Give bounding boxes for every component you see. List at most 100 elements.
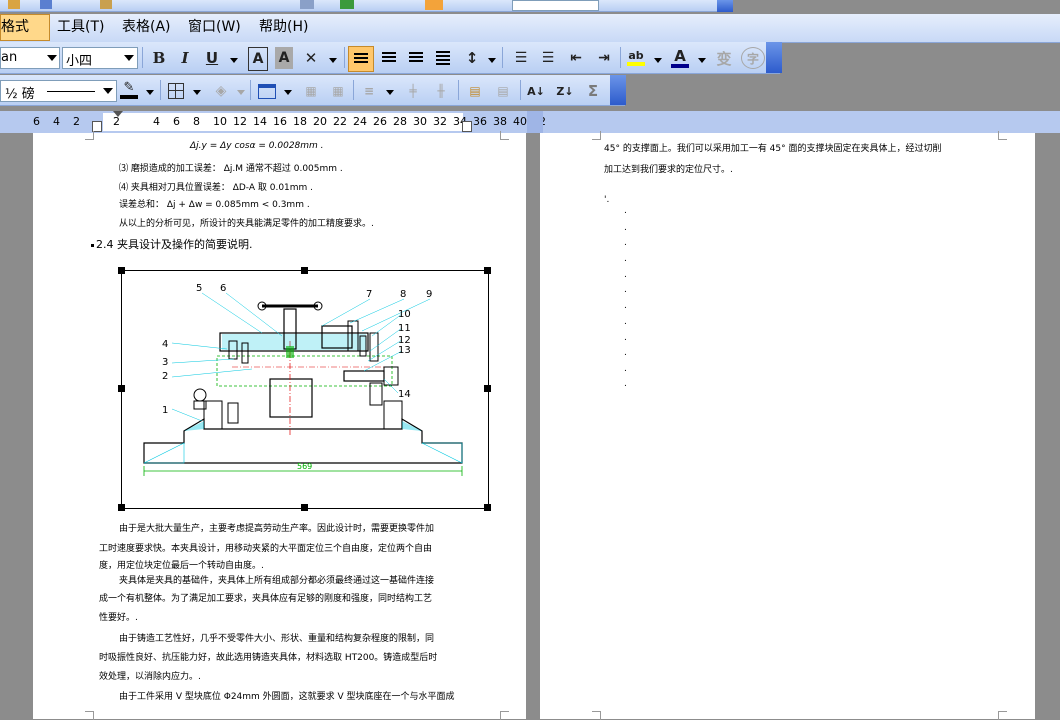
chevron-down-icon[interactable] bbox=[124, 55, 134, 61]
autoformat-button[interactable]: ▤ bbox=[464, 80, 486, 102]
open-icon[interactable] bbox=[8, 0, 20, 9]
chevron-down-icon[interactable] bbox=[488, 58, 496, 63]
line-sample bbox=[47, 91, 95, 92]
vertical-scrollbar-area[interactable] bbox=[1035, 133, 1060, 719]
part-label: 1 bbox=[162, 405, 168, 416]
chevron-down-icon[interactable] bbox=[386, 90, 394, 95]
conclusion-text: 从以上的分析可见，所设计的夹具能满足零件的加工精度要求。. bbox=[119, 219, 374, 229]
horizontal-ruler[interactable]: 6422468101214161820222426283032343638404… bbox=[0, 111, 1060, 133]
align-justify-icon bbox=[354, 53, 368, 65]
decrease-indent-button[interactable]: ⇤ bbox=[565, 47, 587, 69]
highlight-button[interactable]: ab bbox=[624, 47, 648, 69]
insert-table-button[interactable] bbox=[256, 80, 278, 102]
ruler-tick-label: 28 bbox=[393, 115, 407, 128]
chevron-down-icon[interactable] bbox=[103, 88, 113, 94]
para1-line3: 度，用定位块定位最后一个转动自由度。. bbox=[99, 561, 264, 571]
merge-cells-button[interactable]: ▦ bbox=[300, 80, 322, 102]
paragraph-mark: . bbox=[624, 348, 627, 358]
ruler-tick-label: 26 bbox=[373, 115, 387, 128]
align-right-icon bbox=[409, 52, 423, 64]
show-hide-icon[interactable] bbox=[425, 0, 443, 10]
menu-window[interactable]: 窗口(W) bbox=[188, 14, 241, 41]
distribute-rows-button[interactable]: ╪ bbox=[402, 80, 424, 102]
chevron-down-icon[interactable] bbox=[284, 90, 292, 95]
zoom-box[interactable] bbox=[512, 0, 599, 11]
paragraph-mark: . bbox=[624, 379, 627, 389]
right-indent-marker[interactable] bbox=[462, 121, 472, 132]
right-line2: 加工达到我们要求的定位尺寸。. bbox=[604, 165, 733, 175]
chevron-down-icon[interactable] bbox=[698, 58, 706, 63]
char-scale-icon[interactable]: ✕ bbox=[300, 47, 322, 69]
increase-indent-button[interactable]: ⇥ bbox=[593, 47, 615, 69]
first-line-indent-marker[interactable] bbox=[113, 111, 123, 117]
font-color-button[interactable]: A bbox=[668, 47, 692, 69]
char-shading-button[interactable]: A bbox=[275, 47, 293, 69]
menu-tools[interactable]: 工具(T) bbox=[57, 14, 104, 41]
ruler-tick-label: 4 bbox=[53, 115, 60, 128]
ruler-tick-label: 30 bbox=[413, 115, 427, 128]
paragraph-mark: . bbox=[624, 317, 627, 327]
border-grid-icon bbox=[168, 83, 184, 99]
highlight-color-bar bbox=[627, 62, 645, 66]
bold-button[interactable]: B bbox=[149, 47, 169, 69]
standard-toolbar-options-icon[interactable] bbox=[717, 0, 733, 12]
border-color-button[interactable]: ✎ bbox=[118, 79, 140, 101]
excel-icon[interactable] bbox=[340, 0, 354, 9]
formatting-toolbar-options-icon[interactable] bbox=[766, 42, 782, 73]
table-icon[interactable] bbox=[300, 0, 314, 9]
borders-button[interactable] bbox=[166, 80, 186, 102]
sort-ascending-button[interactable]: A↓ bbox=[525, 80, 547, 102]
sort-descending-button[interactable]: Z↓ bbox=[554, 80, 576, 102]
menu-format[interactable]: 格式(O) bbox=[0, 14, 50, 60]
italic-button[interactable]: I bbox=[175, 47, 195, 69]
font-name-select[interactable]: an bbox=[0, 47, 60, 69]
line-weight-select[interactable]: ½ 磅 bbox=[0, 80, 117, 102]
underline-button[interactable]: U bbox=[202, 47, 222, 69]
tables-toolbar: ½ 磅 ✎ ◈ ▦ ▦ ≡ ╪ ╫ ▤ ▤ A↓ Z↓ Σ bbox=[0, 75, 625, 106]
autosum-button[interactable]: Σ bbox=[583, 80, 603, 102]
fixture-drawing-frame[interactable]: 569 5 6 7 8 9 10 11 12 13 4 3 2 14 1 bbox=[118, 267, 491, 511]
font-size-select[interactable]: 小四 bbox=[62, 47, 138, 69]
phonetic-guide-button[interactable]: 变 bbox=[712, 47, 736, 69]
align-center-button[interactable] bbox=[378, 47, 400, 69]
align-right-button[interactable] bbox=[405, 47, 427, 69]
chevron-down-icon[interactable] bbox=[329, 58, 337, 63]
font-color-letter: A bbox=[674, 46, 686, 65]
ruler-tick-label: 24 bbox=[353, 115, 367, 128]
split-cells-button[interactable]: ▦ bbox=[327, 80, 349, 102]
numbering-button[interactable]: ☰ bbox=[510, 47, 532, 69]
enclose-characters-button[interactable]: 字 bbox=[741, 47, 765, 69]
right-line1: 45° 的支撑面上。我们可以采用加工一有 45° 面的支撑块固定在夹具体上，经过… bbox=[604, 144, 942, 154]
chevron-down-icon[interactable] bbox=[47, 55, 57, 61]
chevron-down-icon[interactable] bbox=[193, 90, 201, 95]
align-button[interactable]: ≡ bbox=[358, 80, 380, 102]
distribute-columns-button[interactable]: ╫ bbox=[430, 80, 452, 102]
chevron-down-icon[interactable] bbox=[230, 58, 238, 63]
ruler-tick-label: 20 bbox=[313, 115, 327, 128]
para4-line1: 由于工件采用 V 型块底位 Φ24mm 外圆面，这就要求 V 型块底座在一个与水… bbox=[119, 692, 455, 702]
paste-icon[interactable] bbox=[100, 0, 112, 9]
para2-line1: 夹具体是夹具的基础件，夹具体上所有组成部分都必须最终通过这一基础件连接 bbox=[119, 576, 435, 586]
chevron-down-icon[interactable] bbox=[654, 58, 662, 63]
menu-bar: 格式(O) 工具(T) 表格(A) 窗口(W) 帮助(H) bbox=[0, 14, 1060, 60]
part-label: 14 bbox=[398, 389, 411, 400]
align-justify-button[interactable] bbox=[348, 46, 374, 72]
paragraph-mark: . bbox=[624, 238, 627, 248]
ruler-tick-label: 6 bbox=[173, 115, 180, 128]
char-border-button[interactable]: A bbox=[248, 47, 268, 71]
chevron-down-icon[interactable] bbox=[146, 90, 154, 95]
part-label: 11 bbox=[398, 323, 411, 334]
bullets-button[interactable]: ☰ bbox=[537, 47, 559, 69]
line-spacing-button[interactable]: ↕ bbox=[460, 47, 484, 69]
shading-button[interactable]: ◈ bbox=[210, 80, 232, 102]
paragraph-mark: . bbox=[624, 223, 627, 233]
save-icon[interactable] bbox=[40, 0, 52, 9]
cell-shading-button[interactable]: ▤ bbox=[492, 80, 514, 102]
menu-help[interactable]: 帮助(H) bbox=[259, 14, 308, 41]
menu-table[interactable]: 表格(A) bbox=[122, 14, 171, 41]
chevron-down-icon[interactable] bbox=[237, 90, 245, 95]
tables-toolbar-options-icon[interactable] bbox=[610, 75, 626, 105]
left-page[interactable]: Δj.y = Δy cosα = 0.0028mm . ⑶ 磨损造成的加工误差：… bbox=[33, 131, 526, 720]
right-page[interactable]: 45° 的支撑面上。我们可以采用加工一有 45° 面的支撑块固定在夹具体上，经过… bbox=[540, 131, 1035, 720]
distributed-button[interactable] bbox=[432, 47, 454, 69]
